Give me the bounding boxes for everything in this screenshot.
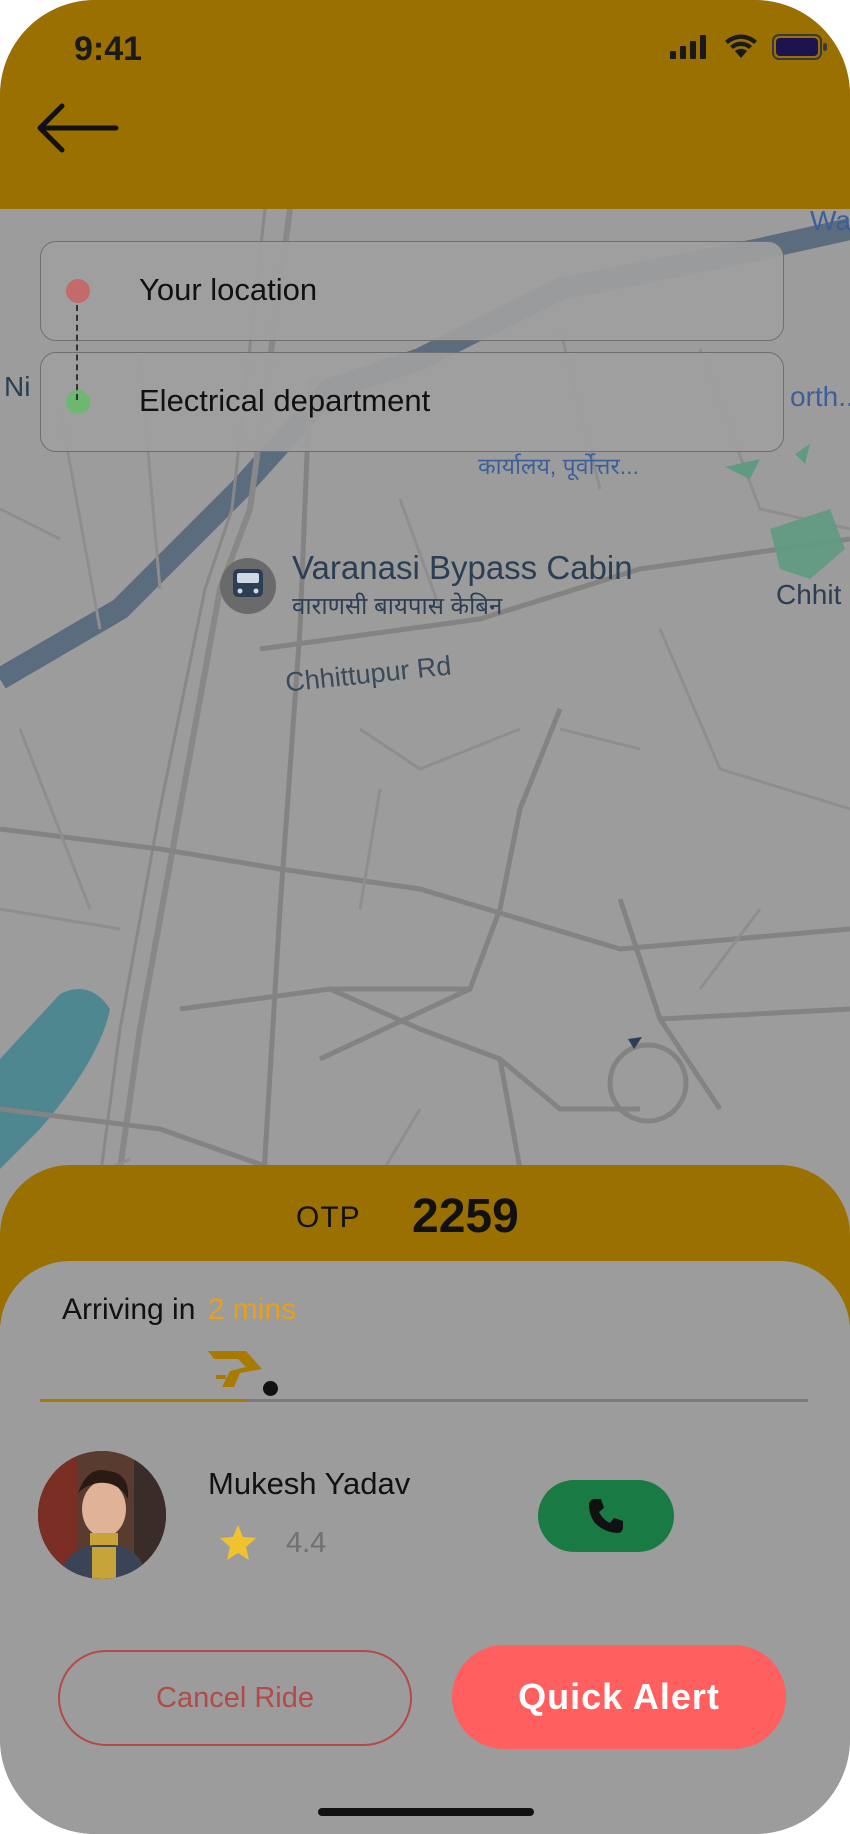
map-office-label: कार्यालय, पूर्वोत्तर... [478, 453, 639, 479]
app-header: 9:41 [0, 0, 850, 209]
map-edge-label-north: orth.. [790, 381, 850, 412]
train-station-icon[interactable] [220, 558, 276, 614]
phone-icon [589, 1499, 623, 1533]
from-location-field[interactable]: Your location [40, 241, 784, 341]
arrival-prefix: Arriving in [62, 1293, 196, 1326]
map-edge-label-left: Ni [4, 371, 31, 402]
battery-icon [772, 34, 827, 60]
star-icon [220, 1525, 256, 1560]
arrival-eta: 2 mins [207, 1293, 297, 1326]
otp-value: 2259 [412, 1190, 519, 1243]
map-edge-label-top: Wa [810, 205, 850, 236]
driver-rating: 4.4 [286, 1527, 327, 1559]
ride-details-sheet: Arriving in 2 mins Mukesh Yadav 4.4 Canc… [0, 1261, 850, 1834]
route-connector [76, 305, 78, 400]
trip-progress-track [40, 1399, 808, 1402]
trip-progress-fill [40, 1399, 248, 1402]
trip-progress-knob [263, 1381, 278, 1396]
wifi-icon [725, 34, 757, 58]
arrow-left-icon[interactable] [36, 100, 120, 156]
from-location-label: Your location [139, 272, 318, 307]
phone-screen: 9:41 Varanasi Bypass Cabin वाराणसी बायपा… [0, 0, 850, 1834]
call-driver-button[interactable] [538, 1480, 674, 1552]
arrival-status: Arriving in 2 mins [62, 1293, 296, 1327]
map-place-name-local: वाराणसी बायपास केबिन [292, 593, 503, 620]
vehicle-logo-icon [208, 1351, 262, 1387]
driver-avatar [38, 1451, 166, 1579]
status-time: 9:41 [74, 30, 143, 68]
to-location-field[interactable]: Electrical department [40, 352, 784, 452]
otp-label: OTP [296, 1201, 361, 1234]
map-edge-label-right: Chhit [776, 579, 842, 610]
to-location-dot [66, 390, 90, 414]
signal-icon [670, 35, 706, 59]
from-location-dot [66, 279, 90, 303]
status-icons [670, 34, 828, 60]
map-place-name: Varanasi Bypass Cabin [292, 549, 633, 586]
quick-alert-button[interactable]: Quick Alert [452, 1645, 786, 1749]
cancel-ride-button[interactable]: Cancel Ride [58, 1650, 412, 1746]
home-indicator [318, 1808, 534, 1816]
driver-name: Mukesh Yadav [208, 1466, 411, 1501]
to-location-label: Electrical department [139, 383, 431, 418]
